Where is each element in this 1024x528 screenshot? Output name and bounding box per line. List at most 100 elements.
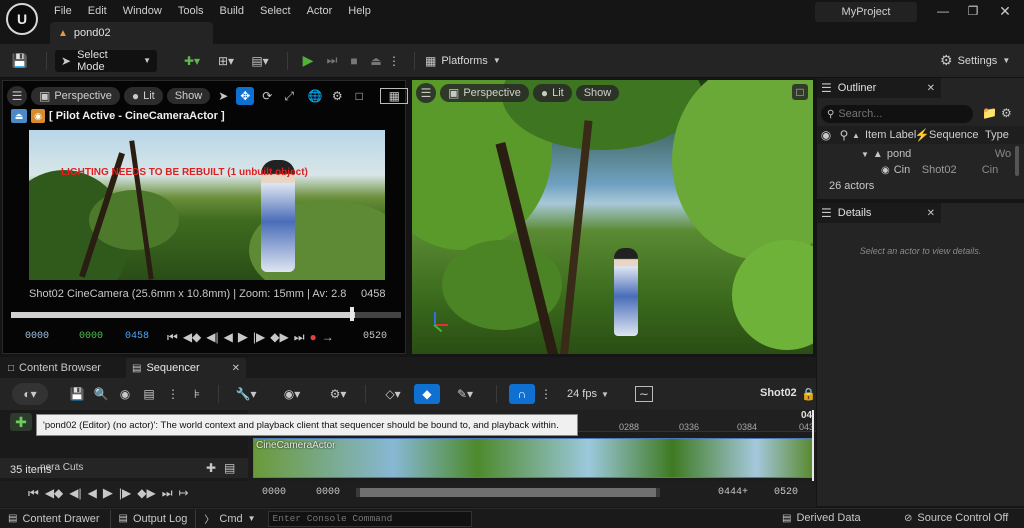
- seq-scroll-thumb[interactable]: [360, 488, 656, 497]
- menu-file[interactable]: File: [46, 5, 80, 17]
- menu-window[interactable]: Window: [115, 5, 170, 17]
- content-drawer-button[interactable]: ▤ Content Drawer: [0, 513, 108, 525]
- preview-scrub-handle[interactable]: [350, 307, 354, 321]
- transport-play[interactable]: 0458: [125, 331, 149, 342]
- settings-icon[interactable]: ⚙: [1001, 106, 1012, 120]
- add-track-icon[interactable]: ✚: [10, 413, 32, 431]
- col-type[interactable]: Type: [985, 129, 1009, 141]
- play-forward-icon[interactable]: ▶: [238, 329, 248, 345]
- snap-magnet-icon[interactable]: ∩: [509, 384, 535, 404]
- show-button[interactable]: Show: [166, 88, 211, 104]
- record-icon[interactable]: ●: [310, 330, 317, 344]
- more-icon[interactable]: ⋮: [388, 54, 400, 68]
- source-control-button[interactable]: ⊘ Source Control Off: [904, 512, 1008, 524]
- add-actor-icon[interactable]: ✚▾: [179, 54, 205, 68]
- curve-editor-icon[interactable]: ∼: [634, 386, 653, 402]
- jump-start-icon[interactable]: ⏮: [167, 330, 178, 345]
- perspective-button[interactable]: ▣ Perspective: [31, 87, 120, 105]
- seq-scrollbar[interactable]: [356, 488, 660, 497]
- menu-select[interactable]: Select: [252, 5, 299, 17]
- perspective-viewport[interactable]: ☰ ▣ Perspective ● Lit Show □: [412, 80, 813, 354]
- cmd-dropdown[interactable]: 〉 Cmd ▼: [198, 511, 261, 527]
- reverse-icon[interactable]: ◀: [224, 330, 233, 344]
- derived-data-button[interactable]: ▤ Derived Data: [782, 512, 861, 524]
- outliner-search[interactable]: ⚲: [821, 105, 973, 123]
- menu-actor[interactable]: Actor: [299, 5, 341, 17]
- playback-options-icon[interactable]: ⚙▾: [323, 387, 353, 401]
- playhead[interactable]: [812, 410, 814, 481]
- platforms-dropdown[interactable]: ▦ Platforms ▼: [425, 54, 501, 68]
- layout-icon[interactable]: ▦: [380, 88, 409, 104]
- globe-icon[interactable]: 🌐: [306, 89, 324, 103]
- lit-button[interactable]: ● Lit: [123, 87, 163, 105]
- close-icon[interactable]: ✕: [927, 83, 935, 94]
- level-tab[interactable]: ▲ pond02: [50, 22, 213, 44]
- tab-sequencer[interactable]: ▤ Sequencer ✕: [126, 358, 246, 378]
- loop-icon[interactable]: →: [322, 330, 334, 344]
- output-log-button[interactable]: ▤ Output Log: [113, 513, 194, 525]
- outliner-search-input[interactable]: [838, 108, 959, 120]
- transport-current[interactable]: 0000: [79, 331, 103, 342]
- restore-icon[interactable]: ❐: [966, 4, 980, 18]
- world-context-icon[interactable]: ◐▾: [12, 383, 48, 405]
- maximize-icon[interactable]: □: [792, 84, 808, 100]
- col-sequence[interactable]: Sequence: [929, 129, 985, 141]
- outliner-row[interactable]: ◉ Cin Shot02 Cin: [817, 162, 1024, 178]
- snap-icon[interactable]: ⚙: [328, 89, 346, 103]
- jump-start-icon[interactable]: ⏮: [28, 486, 39, 501]
- jump-end-icon[interactable]: ⏭: [162, 486, 173, 501]
- select-mode-dropdown[interactable]: ➤ Select Mode ▼: [55, 49, 157, 73]
- outliner-tab[interactable]: ☰ Outliner ✕: [817, 78, 941, 98]
- loop-icon[interactable]: ↦: [179, 486, 189, 500]
- step-forward-icon[interactable]: |▶: [119, 486, 131, 500]
- save-icon[interactable]: 💾: [68, 387, 86, 401]
- auto-key-icon[interactable]: ◆: [414, 384, 440, 404]
- col-item-label[interactable]: Item Label: [859, 129, 916, 141]
- preview-scrub-track[interactable]: [11, 307, 401, 321]
- select-tool-icon[interactable]: ➤: [214, 87, 232, 105]
- more-icon[interactable]: ⋮: [540, 387, 552, 401]
- find-asset-icon[interactable]: 🔍: [92, 387, 110, 401]
- add-folder-icon[interactable]: 📁: [982, 106, 997, 120]
- wrench-icon[interactable]: 🔧▾: [231, 387, 261, 401]
- clapper-icon[interactable]: ▤: [140, 387, 158, 401]
- step-forward-icon[interactable]: |▶: [253, 330, 265, 344]
- hierarchy-icon[interactable]: ⊧: [188, 387, 206, 401]
- save-icon[interactable]: 💾: [10, 53, 30, 69]
- menu-tools[interactable]: Tools: [170, 5, 212, 17]
- play-icon[interactable]: ▶: [298, 52, 318, 69]
- seq-out-frame[interactable]: 0444+: [718, 487, 748, 498]
- shot-breadcrumb[interactable]: Shot02: [760, 387, 797, 399]
- close-icon[interactable]: ✕: [998, 3, 1012, 20]
- move-tool-icon[interactable]: ✥: [236, 87, 255, 105]
- unreal-logo-icon[interactable]: U: [6, 3, 38, 35]
- transport-end[interactable]: 0520: [363, 331, 387, 342]
- jump-end-icon[interactable]: ⏭: [294, 330, 305, 345]
- seq-current-frame[interactable]: 0000: [316, 487, 340, 498]
- render-movie-icon[interactable]: ◉: [116, 387, 134, 401]
- console-input[interactable]: [267, 510, 472, 527]
- minimize-icon[interactable]: —: [936, 4, 950, 18]
- pilot-viewport[interactable]: ☰ ▣ Perspective ● Lit Show ➤ ✥ ⟳ ⤢ 🌐 ⚙ □ ▦…: [2, 80, 420, 354]
- skip-forward-icon[interactable]: ⏭: [322, 53, 342, 68]
- maximize-icon[interactable]: □: [350, 89, 368, 103]
- menu-edit[interactable]: Edit: [80, 5, 115, 17]
- show-button[interactable]: Show: [575, 85, 620, 101]
- camera-clip[interactable]: CineCameraActor: [253, 438, 813, 478]
- key-options-icon[interactable]: ◇▾: [378, 387, 408, 401]
- pin-icon[interactable]: ⚲: [835, 128, 853, 142]
- hamburger-icon[interactable]: ☰: [7, 86, 27, 106]
- close-icon[interactable]: ✕: [927, 208, 935, 219]
- camera-cuts-icon[interactable]: ⋮: [164, 387, 182, 401]
- seq-end-frame[interactable]: 0520: [774, 487, 798, 498]
- brush-icon[interactable]: ✎▾: [450, 387, 480, 401]
- fps-dropdown[interactable]: 24 fps ▼: [567, 388, 609, 400]
- cinematics-icon[interactable]: ▤▾: [247, 54, 273, 68]
- stop-icon[interactable]: ■: [344, 54, 364, 68]
- eye-icon[interactable]: ◉: [817, 128, 835, 142]
- lit-button[interactable]: ● Lit: [532, 84, 572, 102]
- view-options-icon[interactable]: ◉▾: [277, 387, 307, 401]
- step-back-icon[interactable]: ◀|: [206, 330, 218, 344]
- outliner-scrollbar[interactable]: [1015, 146, 1019, 176]
- perspective-button[interactable]: ▣ Perspective: [440, 84, 529, 102]
